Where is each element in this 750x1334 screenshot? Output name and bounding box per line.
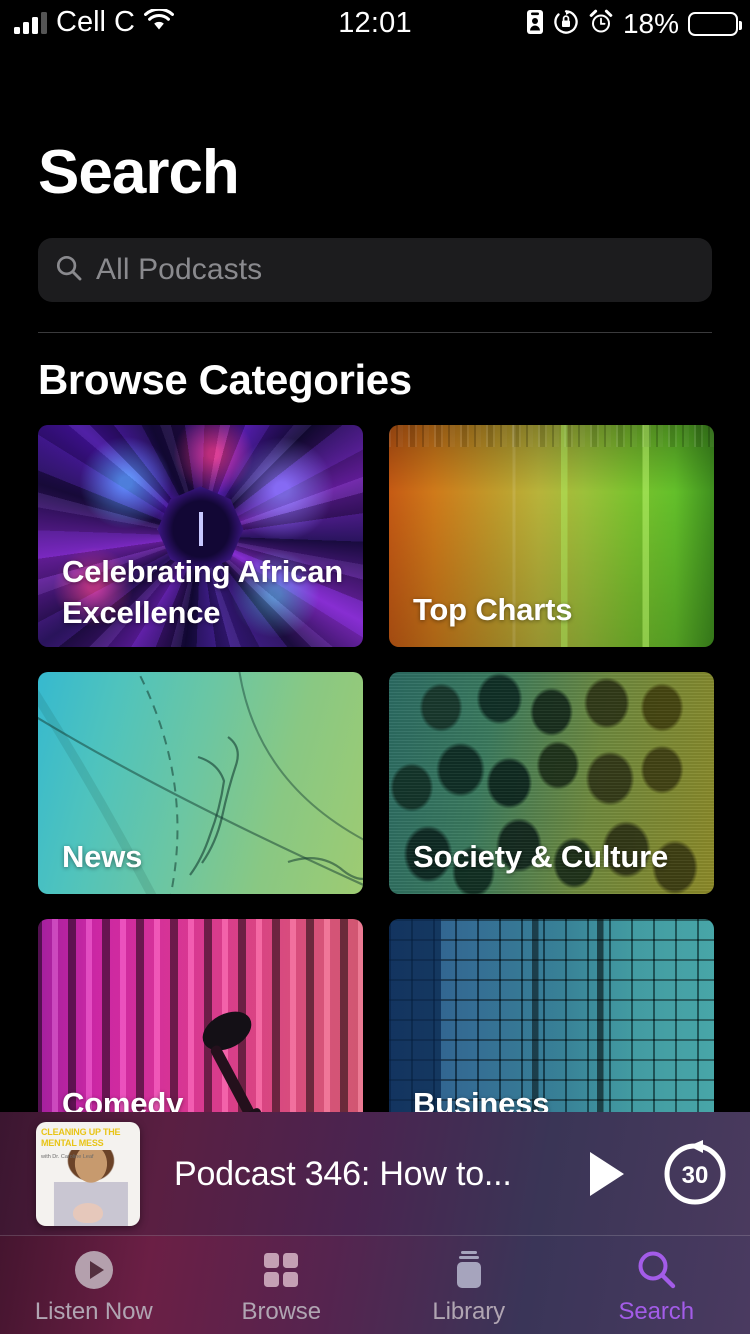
search-icon xyxy=(634,1248,678,1292)
tab-bar: Listen Now Browse Library Search xyxy=(0,1236,750,1334)
tab-browse[interactable]: Browse xyxy=(188,1236,376,1326)
battery-icon xyxy=(688,12,742,36)
header-divider xyxy=(38,332,712,333)
library-stack-icon xyxy=(447,1248,491,1292)
play-button[interactable] xyxy=(574,1152,640,1196)
tab-listen-now[interactable]: Listen Now xyxy=(0,1236,188,1326)
category-card-celebrating-african-excellence[interactable]: Celebrating African Excellence xyxy=(38,425,363,647)
category-card-society-and-culture[interactable]: Society & Culture xyxy=(389,672,714,894)
skip-forward-30-button[interactable]: 30 xyxy=(640,1137,750,1211)
now-playing-title: Podcast 346: How to... xyxy=(174,1154,512,1193)
play-icon xyxy=(590,1152,624,1196)
id-badge-icon xyxy=(526,9,544,40)
category-label: Celebrating African Excellence xyxy=(62,554,343,630)
browse-categories-grid: Celebrating African Excellence Top Chart… xyxy=(38,425,714,1141)
tab-label: Browse xyxy=(241,1298,322,1325)
page-title: Search xyxy=(38,138,240,207)
rotation-lock-icon xyxy=(553,9,579,40)
category-label: Top Charts xyxy=(413,592,573,627)
category-card-news[interactable]: News xyxy=(38,672,363,894)
play-circle-icon xyxy=(72,1248,116,1292)
tab-label: Search xyxy=(618,1298,695,1325)
search-input[interactable]: All Podcasts xyxy=(38,238,712,302)
artwork-show-title: CLEANING UP THE MENTAL MESS xyxy=(41,1127,121,1148)
artwork-host-line: with Dr. Caroline Leaf xyxy=(41,1154,94,1160)
status-bar: Cell C 12:01 18% xyxy=(0,0,750,52)
alarm-clock-icon xyxy=(588,9,614,40)
tab-label: Library xyxy=(432,1298,506,1325)
now-playing-artwork[interactable]: CLEANING UP THE MENTAL MESS with Dr. Car… xyxy=(36,1122,140,1226)
tab-label: Listen Now xyxy=(34,1298,153,1325)
section-title-browse-categories: Browse Categories xyxy=(38,356,412,403)
tab-library[interactable]: Library xyxy=(375,1236,563,1326)
category-card-comedy[interactable]: Comedy xyxy=(38,919,363,1141)
search-icon xyxy=(54,253,84,288)
category-card-business[interactable]: Business xyxy=(389,919,714,1141)
podcasts-search-screen: Cell C 12:01 18% Search All Podcasts Bro… xyxy=(0,0,750,1334)
now-playing-bar[interactable]: CLEANING UP THE MENTAL MESS with Dr. Car… xyxy=(0,1112,750,1236)
grid-squares-icon xyxy=(259,1248,303,1292)
skip-forward-30-icon: 30 xyxy=(664,1140,726,1205)
search-placeholder: All Podcasts xyxy=(96,253,263,286)
tab-search[interactable]: Search xyxy=(563,1236,750,1326)
category-label: News xyxy=(62,839,143,874)
skip-seconds-label: 30 xyxy=(682,1162,709,1189)
category-label: Society & Culture xyxy=(413,839,668,874)
battery-percentage: 18% xyxy=(622,8,679,39)
status-bar-right: 18% xyxy=(526,8,742,40)
category-card-top-charts[interactable]: Top Charts xyxy=(389,425,714,647)
